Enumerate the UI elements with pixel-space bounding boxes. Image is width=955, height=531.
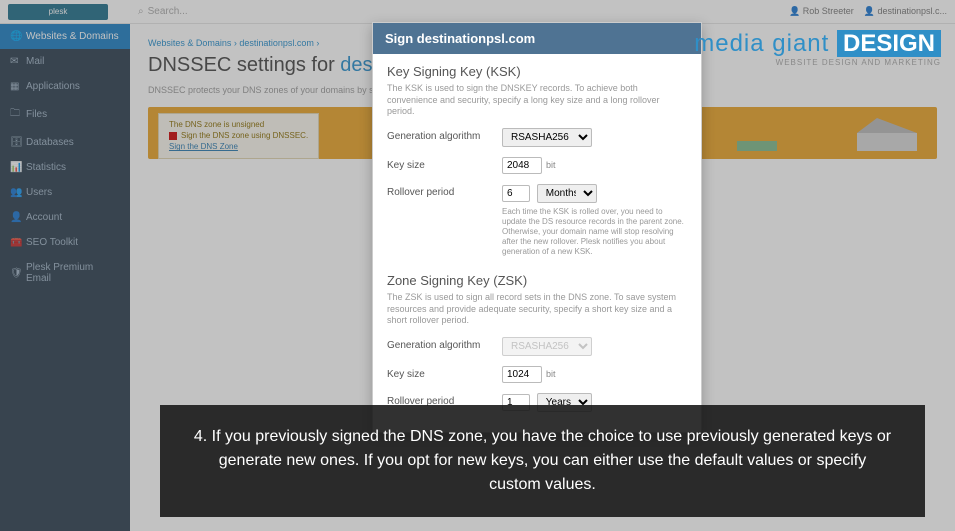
zsk-size-unit: bit: [546, 369, 556, 379]
zsk-size-label: Key size: [387, 366, 502, 380]
zsk-algo-label: Generation algorithm: [387, 337, 502, 351]
sign-zone-modal: Sign destinationpsl.com Key Signing Key …: [372, 22, 702, 433]
tutorial-caption: 4. If you previously signed the DNS zone…: [160, 405, 925, 517]
ksk-description: The KSK is used to sign the DNSKEY recor…: [387, 83, 687, 118]
ksk-rollover-note: Each time the KSK is rolled over, you ne…: [502, 207, 687, 257]
zsk-description: The ZSK is used to sign all record sets …: [387, 292, 687, 327]
zsk-heading: Zone Signing Key (ZSK): [387, 273, 687, 288]
ksk-size-input[interactable]: [502, 157, 542, 174]
watermark-logo: media giant DESIGN WEBSITE DESIGN AND MA…: [694, 30, 941, 67]
zsk-size-input[interactable]: [502, 366, 542, 383]
zsk-algo-select: RSASHA256: [502, 337, 592, 356]
ksk-algo-label: Generation algorithm: [387, 128, 502, 142]
ksk-size-unit: bit: [546, 160, 556, 170]
ksk-size-label: Key size: [387, 157, 502, 171]
ksk-rollover-input[interactable]: [502, 185, 530, 202]
ksk-algo-select[interactable]: RSASHA256: [502, 128, 592, 147]
ksk-heading: Key Signing Key (KSK): [387, 64, 687, 79]
ksk-rollover-label: Rollover period: [387, 184, 502, 198]
modal-title: Sign destinationpsl.com: [373, 23, 701, 54]
ksk-rollover-unit-select[interactable]: Months: [537, 184, 597, 203]
